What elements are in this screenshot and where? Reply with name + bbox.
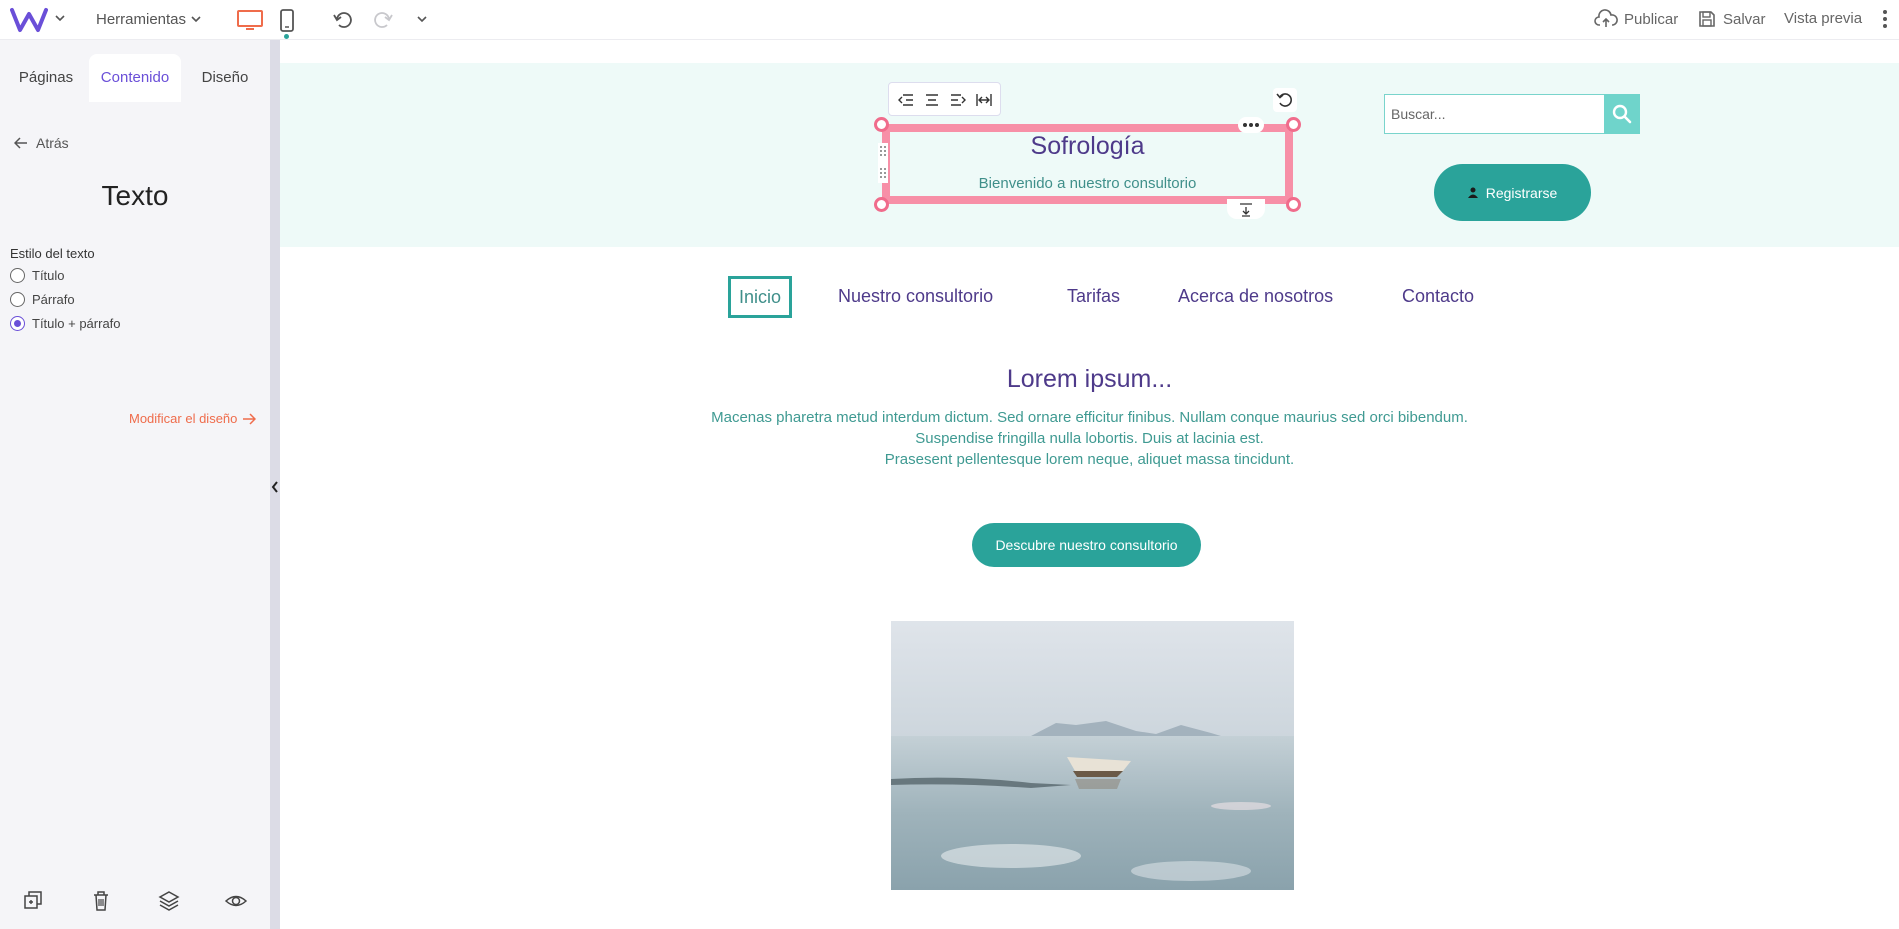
nav-item-consultorio[interactable]: Nuestro consultorio bbox=[838, 276, 993, 318]
tab-pages[interactable]: Páginas bbox=[10, 54, 82, 102]
eye-icon[interactable] bbox=[225, 890, 247, 912]
nav-item-acerca[interactable]: Acerca de nosotros bbox=[1178, 276, 1333, 318]
resize-handle-top-left[interactable] bbox=[874, 117, 889, 132]
mobile-indicator-dot bbox=[284, 34, 289, 39]
sidebar-resize-gutter[interactable] bbox=[270, 40, 280, 929]
sidebar-bottom-toolbar bbox=[0, 890, 270, 920]
radio-title-paragraph[interactable]: Título + párrafo bbox=[10, 316, 121, 331]
search-icon bbox=[1612, 104, 1632, 124]
section-line: Suspendise fringilla nulla lobortis. Dui… bbox=[915, 430, 1264, 447]
radio-paragraph[interactable]: Párrafo bbox=[10, 292, 75, 307]
preview-button[interactable]: Vista previa bbox=[1784, 8, 1862, 30]
more-horizontal-icon bbox=[1243, 123, 1259, 127]
save-icon bbox=[1699, 11, 1715, 27]
block-more-button[interactable] bbox=[1238, 117, 1264, 133]
reset-icon[interactable] bbox=[1273, 88, 1297, 112]
stretch-width-icon[interactable] bbox=[975, 91, 993, 109]
radio-title-label: Título bbox=[32, 268, 65, 283]
text-align-toolbar bbox=[888, 82, 1001, 116]
nav-item-tarifas[interactable]: Tarifas bbox=[1067, 276, 1120, 318]
sidebar-tabs: Páginas Contenido Diseño bbox=[0, 54, 270, 102]
radio-circle[interactable] bbox=[10, 268, 25, 283]
align-left-icon[interactable] bbox=[897, 91, 915, 109]
panel-title: Texto bbox=[101, 180, 169, 211]
radio-circle-checked[interactable] bbox=[10, 316, 25, 331]
radio-paragraph-label: Párrafo bbox=[32, 292, 75, 307]
arrow-left-icon bbox=[14, 137, 27, 149]
editor-sidebar: Páginas Contenido Diseño Atrás Texto Est… bbox=[0, 40, 270, 929]
add-below-tab[interactable] bbox=[1227, 199, 1265, 219]
back-button[interactable]: Atrás bbox=[14, 135, 69, 151]
chevron-down-icon[interactable] bbox=[53, 11, 67, 25]
radio-title-paragraph-label: Título + párrafo bbox=[32, 316, 121, 331]
section-line: Macenas pharetra metud interdum dictum. … bbox=[711, 409, 1468, 426]
desktop-view-icon[interactable] bbox=[236, 9, 264, 31]
cloud-upload-icon bbox=[1594, 9, 1618, 27]
radio-title[interactable]: Título bbox=[10, 268, 65, 283]
insert-below-icon bbox=[1240, 203, 1252, 217]
layers-icon[interactable] bbox=[158, 890, 180, 912]
align-center-icon[interactable] bbox=[923, 91, 941, 109]
grip-icon bbox=[880, 146, 886, 178]
duplicate-icon[interactable] bbox=[23, 890, 45, 912]
wix-logo-icon[interactable] bbox=[10, 6, 48, 34]
section-line: Prasesent pellentesque lorem neque, aliq… bbox=[884, 451, 1295, 468]
redo-icon[interactable] bbox=[372, 9, 394, 31]
chevron-down-icon[interactable] bbox=[189, 12, 203, 26]
publish-label: Publicar bbox=[1624, 10, 1679, 28]
modify-design-label: Modificar el diseño bbox=[129, 411, 238, 426]
nav-item-contacto[interactable]: Contacto bbox=[1402, 276, 1474, 318]
trash-icon[interactable] bbox=[90, 890, 112, 912]
resize-handle-top-right[interactable] bbox=[1286, 117, 1301, 132]
tools-menu[interactable]: Herramientas bbox=[96, 11, 186, 28]
arrow-right-icon bbox=[243, 412, 257, 425]
lake-boat-image[interactable] bbox=[891, 621, 1294, 890]
site-subtitle[interactable]: Bienvenido a nuestro consultorio bbox=[890, 175, 1285, 192]
site-title[interactable]: Sofrología bbox=[890, 132, 1285, 161]
align-right-icon[interactable] bbox=[949, 91, 967, 109]
section-title[interactable]: Lorem ipsum... bbox=[280, 365, 1899, 394]
drag-handle[interactable] bbox=[878, 143, 888, 183]
search-button[interactable] bbox=[1604, 94, 1640, 134]
save-label: Salvar bbox=[1723, 10, 1766, 28]
site-nav: Inicio Nuestro consultorio Tarifas Acerc… bbox=[280, 276, 1899, 318]
editor-canvas: Sofrología Bienvenido a nuestro consulto… bbox=[280, 40, 1899, 929]
register-label: Registrarse bbox=[1485, 184, 1558, 201]
search-input[interactable] bbox=[1385, 95, 1605, 133]
tab-content[interactable]: Contenido bbox=[89, 54, 181, 102]
register-button[interactable]: Registrarse bbox=[1434, 164, 1591, 221]
publish-button[interactable]: Publicar bbox=[1594, 8, 1678, 30]
modify-design-link[interactable]: Modificar el diseño bbox=[129, 411, 257, 426]
section-text[interactable]: Macenas pharetra metud interdum dictum. … bbox=[280, 407, 1899, 470]
nav-item-inicio[interactable]: Inicio bbox=[728, 276, 793, 318]
radio-circle[interactable] bbox=[10, 292, 25, 307]
mobile-view-icon[interactable] bbox=[279, 8, 295, 34]
discover-button[interactable]: Descubre nuestro consultorio bbox=[972, 523, 1201, 567]
user-icon bbox=[1467, 187, 1478, 198]
resize-handle-bottom-right[interactable] bbox=[1286, 197, 1301, 212]
save-button[interactable]: Salvar bbox=[1697, 8, 1766, 30]
chevron-down-icon[interactable] bbox=[415, 12, 429, 26]
more-options-icon[interactable] bbox=[1882, 8, 1888, 30]
undo-icon[interactable] bbox=[332, 9, 354, 31]
resize-handle-bottom-left[interactable] bbox=[874, 197, 889, 212]
tab-design[interactable]: Diseño bbox=[190, 54, 260, 102]
text-style-label: Estilo del texto bbox=[10, 246, 95, 261]
chevron-left-icon[interactable] bbox=[271, 481, 279, 493]
editor-topbar: Herramientas Publicar Salvar Vista previ… bbox=[0, 0, 1899, 40]
site-search bbox=[1384, 94, 1607, 134]
back-label: Atrás bbox=[36, 135, 69, 151]
